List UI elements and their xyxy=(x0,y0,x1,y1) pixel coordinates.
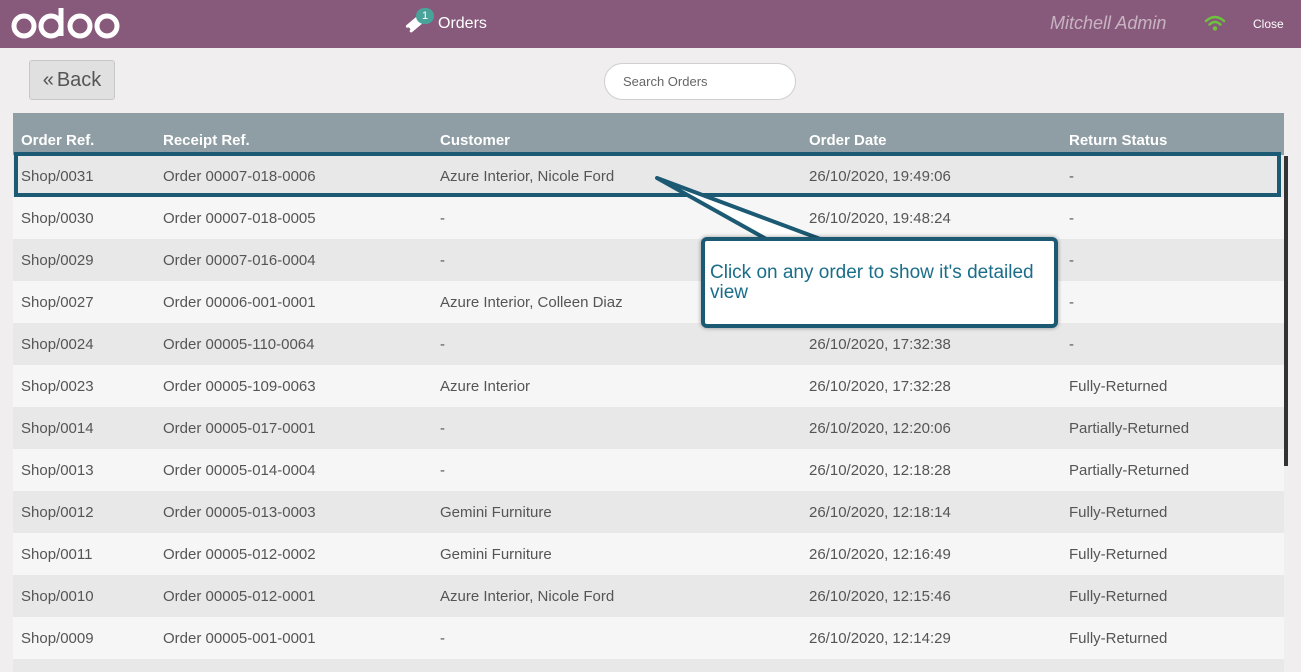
cell-order-ref: Shop/0030 xyxy=(21,209,94,227)
cell-customer: Azure Interior, Nicole Ford xyxy=(440,167,615,185)
scrollbar[interactable] xyxy=(1284,156,1288,466)
cell-return-status: Partially-Returned xyxy=(1069,419,1190,437)
cell-receipt-ref: Order 00005-013-0003 xyxy=(163,503,316,521)
tooltip-text: Click on any order to show it's detailed… xyxy=(710,262,1034,303)
column-header-return-status: Return Status xyxy=(1061,113,1284,155)
cell-order-date: 26/10/2020, 12:14:29 xyxy=(809,629,951,647)
table-row[interactable]: Shop/0023 Order 00005-109-0063 Azure Inter… xyxy=(13,365,1284,407)
cell-order-ref: Shop/0031 xyxy=(21,167,94,185)
table-row[interactable]: Shop/0012 Order 00005-013-0003 Gemini Furn… xyxy=(13,491,1284,533)
cell-return-status xyxy=(1061,659,1284,672)
cell-order-date: 26/10/2020, 12:18:28 xyxy=(809,461,951,479)
orders-count-badge: 1 xyxy=(416,8,434,24)
cell-customer: - xyxy=(440,629,445,647)
cell-customer xyxy=(432,659,801,672)
cell-return-status: Fully-Returned xyxy=(1069,377,1168,395)
table-row[interactable]: Shop/0027 Order 00006-001-0001 Azure Inter… xyxy=(13,281,1284,323)
cell-return-status: Fully-Returned xyxy=(1069,629,1168,647)
cell-receipt-ref: Order 00006-001-0001 xyxy=(163,293,316,311)
cell-receipt-ref: Order 00005-012-0001 xyxy=(163,587,316,605)
cell-return-status: Fully-Returned xyxy=(1069,587,1168,605)
cell-order-date: 26/10/2020, 17:32:38 xyxy=(809,335,951,353)
table-row[interactable]: Shop/0011 Order 00005-012-0002 Gemini Furn… xyxy=(13,533,1284,575)
cell-order-date: 26/10/2020, 12:16:49 xyxy=(809,545,951,563)
search-orders-input[interactable] xyxy=(604,63,796,100)
cell-order-ref: Shop/0013 xyxy=(21,461,94,479)
cell-order-date: 26/10/2020, 12:18:14 xyxy=(809,503,951,521)
cell-return-status: - xyxy=(1069,335,1074,353)
cell-order-ref: Shop/0014 xyxy=(21,419,94,437)
cell-order-ref: Shop/0011 xyxy=(21,545,93,563)
table-row[interactable]: Shop/0010 Order 00005-012-0001 Azure Inter… xyxy=(13,575,1284,617)
cell-order-ref: Shop/0009 xyxy=(21,629,94,647)
table-row[interactable] xyxy=(13,659,1284,672)
back-button[interactable]: « Back xyxy=(29,60,115,100)
cell-order-ref: Shop/0010 xyxy=(21,587,94,605)
cell-order-date: 26/10/2020, 12:20:06 xyxy=(809,419,951,437)
wifi-icon xyxy=(1204,15,1226,31)
orders-tab-label: Orders xyxy=(438,15,487,32)
back-button-label: Back xyxy=(56,68,102,91)
cell-receipt-ref: Order 00005-012-0002 xyxy=(163,545,316,563)
table-header-row: Order Ref. Receipt Ref. Customer Order D… xyxy=(13,113,1284,155)
cell-order-date: 26/10/2020, 19:48:24 xyxy=(809,209,951,227)
cell-order-date: 26/10/2020, 12:15:46 xyxy=(809,587,951,605)
cell-receipt-ref: Order 00007-016-0004 xyxy=(163,251,316,269)
cell-order-date xyxy=(801,659,1061,672)
cell-order-ref: Shop/0024 xyxy=(21,335,94,353)
column-header-customer: Customer xyxy=(432,113,801,155)
cell-order-date: 26/10/2020, 19:49:06 xyxy=(809,167,951,185)
cell-order-ref: Shop/0012 xyxy=(21,503,94,521)
cell-return-status: - xyxy=(1069,167,1074,185)
column-header-order-date: Order Date xyxy=(801,113,1061,155)
table-row[interactable]: Shop/0029 Order 00007-016-0004- - xyxy=(13,239,1284,281)
double-chevron-left-icon: « xyxy=(42,68,54,91)
cell-customer: - xyxy=(440,209,445,227)
table-row[interactable]: Shop/0030 Order 00007-018-0005 - 26/10/2020… xyxy=(13,197,1284,239)
close-button[interactable]: Close xyxy=(1253,17,1284,31)
cell-customer: Gemini Furniture xyxy=(440,545,552,563)
cell-return-status: - xyxy=(1069,251,1074,269)
cell-customer: Gemini Furniture xyxy=(440,503,552,521)
cell-receipt-ref: Order 00005-109-0063 xyxy=(163,377,316,395)
cell-return-status: - xyxy=(1069,293,1074,311)
cell-receipt-ref: Order 00007-018-0006 xyxy=(163,167,316,185)
cell-receipt-ref: Order 00005-017-0001 xyxy=(163,419,316,437)
cell-customer: - xyxy=(440,419,445,437)
cell-receipt-ref xyxy=(155,659,432,672)
table-row[interactable]: Shop/0013 Order 00005-014-0004 - 26/10/2020… xyxy=(13,449,1284,491)
odoo-logo xyxy=(11,8,120,39)
top-bar: 1 Orders Mitchell Admin Close xyxy=(0,0,1301,48)
column-header-order-ref: Order Ref. xyxy=(13,113,155,155)
cell-customer: Azure Interior, Nicole Ford xyxy=(440,587,615,605)
cell-receipt-ref: Order 00005-110-0064 xyxy=(163,335,315,353)
cell-return-status: - xyxy=(1069,209,1074,227)
table-row[interactable]: Shop/0031 Order 00007-018-0006 Azure Inter… xyxy=(13,155,1284,197)
cell-order-ref xyxy=(13,659,155,672)
cell-customer: - xyxy=(440,335,445,353)
ticket-icon: 1 xyxy=(404,8,434,34)
tooltip-callout: Click on any order to show it's detailed… xyxy=(701,237,1058,328)
cell-return-status: Fully-Returned xyxy=(1069,545,1168,563)
cell-order-ref: Shop/0027 xyxy=(21,293,94,311)
cell-customer: - xyxy=(440,461,445,479)
cell-receipt-ref: Order 00005-001-0001 xyxy=(163,629,316,647)
cell-receipt-ref: Order 00005-014-0004 xyxy=(163,461,316,479)
cell-receipt-ref: Order 00007-018-0005 xyxy=(163,209,316,227)
cell-return-status: Partially-Returned xyxy=(1069,461,1190,479)
orders-tab[interactable]: 1 Orders xyxy=(404,8,487,38)
table-row[interactable]: Shop/0014 Order 00005-017-0001 - 26/10/2020… xyxy=(13,407,1284,449)
cell-order-ref: Shop/0029 xyxy=(21,251,94,269)
cell-customer: Azure Interior xyxy=(440,377,531,395)
column-header-receipt-ref: Receipt Ref. xyxy=(155,113,432,155)
user-name: Mitchell Admin xyxy=(1050,13,1167,33)
table-row[interactable]: Shop/0009 Order 00005-001-0001 - 26/10/2020… xyxy=(13,617,1284,659)
cell-order-date: 26/10/2020, 17:32:28 xyxy=(809,377,951,395)
table-row[interactable]: Shop/0024 Order 00005-110-0064 - 26/10/2020… xyxy=(13,323,1284,365)
cell-return-status: Fully-Returned xyxy=(1069,503,1168,521)
cell-order-ref: Shop/0023 xyxy=(21,377,94,395)
orders-table: Order Ref. Receipt Ref. Customer Order D… xyxy=(13,113,1284,672)
orders-table-container: Order Ref. Receipt Ref. Customer Order D… xyxy=(13,113,1284,672)
